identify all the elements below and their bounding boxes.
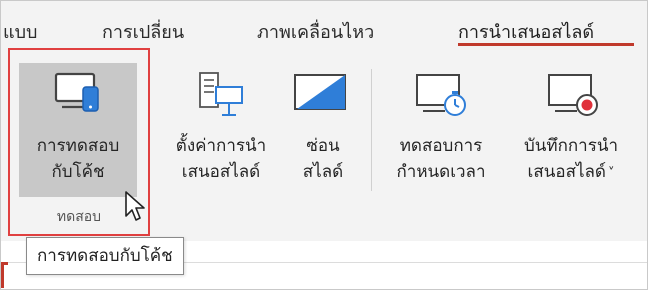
rehearse-timings-button[interactable]: ทดสอบการ กำหนดเวลา [381, 63, 501, 197]
hide-slide-icon [294, 74, 346, 110]
rehearse-timings-icon [416, 74, 466, 116]
hide-label-line1: ซ่อน [306, 136, 340, 156]
setup-slideshow-icon [199, 72, 243, 116]
tab-design[interactable]: แบบ [3, 17, 37, 46]
setup-label-line2: เสนอสไลด์ [181, 162, 261, 182]
timings-label-line2: กำหนดเวลา [396, 162, 486, 182]
record-slide-show-button[interactable]: บันทึกการนำ เสนอสไลด์ ˅ [507, 63, 635, 197]
record-label-line2: เสนอสไลด์ ˅ [527, 162, 615, 182]
tab-transitions[interactable]: การเปลี่ยน [102, 17, 184, 46]
tab-animations[interactable]: ภาพเคลื่อนไหว [257, 17, 374, 46]
timings-label-line1: ทดสอบการ [399, 136, 483, 156]
hide-label-line2: สไลด์ [302, 162, 344, 182]
mouse-pointer-icon [125, 191, 145, 221]
ribbon: แบบ การเปลี่ยน ภาพเคลื่อนไหว การนำเสนอสไ… [1, 1, 647, 241]
setup-label-line1: ตั้งค่าการนำ [175, 136, 267, 156]
group-separator [371, 69, 372, 191]
tab-slide-show[interactable]: การนำเสนอสไลด์ [458, 17, 594, 46]
active-tab-indicator [458, 43, 634, 46]
hide-slide-button[interactable]: ซ่อน สไลด์ [283, 63, 363, 197]
record-slideshow-icon [548, 74, 598, 116]
chevron-down-icon[interactable]: ˅ [608, 166, 615, 181]
thumbnail-selection-edge [1, 262, 8, 288]
record-label-line1: บันทึกการนำ [523, 136, 619, 156]
set-up-slide-show-button[interactable]: ตั้งค่าการนำ เสนอสไลด์ [161, 63, 281, 197]
tooltip: การทดสอบกับโค้ช [26, 237, 184, 275]
